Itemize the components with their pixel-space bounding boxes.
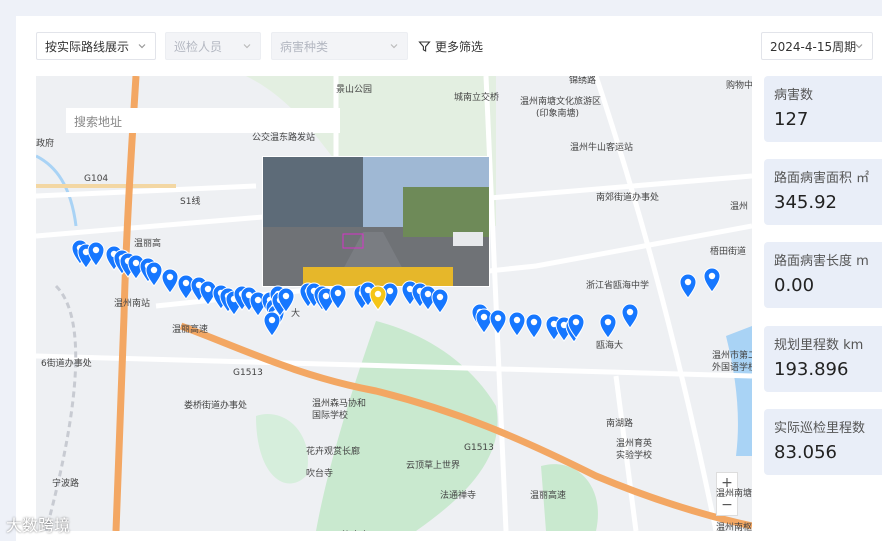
stat-card: 路面病害长度 m 0.00: [764, 242, 882, 308]
stat-value: 83.056: [774, 442, 837, 463]
inspection-map[interactable]: 搜索地址 + − 锦绣路 景山公园 城南立交桥 温州南塘文化旅游区 (印象南塘) 购物中公…: [36, 76, 752, 531]
disease-marker[interactable]: [475, 308, 493, 334]
disease-marker[interactable]: [621, 303, 639, 329]
disease-marker[interactable]: [679, 273, 697, 299]
chevron-down-icon: [390, 44, 398, 49]
disease-marker[interactable]: [508, 311, 526, 337]
disease-marker[interactable]: [161, 268, 179, 294]
disease-marker[interactable]: [599, 313, 617, 339]
route-mode-select[interactable]: 按实际路线展示: [36, 32, 156, 60]
stat-label: 实际巡检里程数: [774, 421, 866, 436]
disease-marker[interactable]: [431, 288, 449, 314]
stat-label: 病害数: [774, 88, 814, 103]
stat-value: 193.896: [774, 359, 849, 380]
stat-value: 345.92: [774, 192, 837, 213]
more-filters-label: 更多筛选: [435, 39, 484, 54]
disease-marker[interactable]: [263, 311, 281, 337]
filter-icon: [418, 40, 431, 52]
more-filters-button[interactable]: 更多筛选: [418, 32, 483, 60]
date-period-select[interactable]: 2024-4-15周期: [761, 32, 873, 60]
inspector-placeholder: 巡检人员: [174, 39, 223, 54]
stat-value: 0.00: [774, 275, 815, 296]
disease-type-select[interactable]: 病害种类: [271, 32, 408, 60]
disease-marker[interactable]: [703, 267, 721, 293]
stat-label: 路面病害面积 ㎡: [774, 171, 870, 186]
chevron-down-icon: [243, 44, 251, 49]
disease-markers: [71, 239, 721, 343]
disease-marker[interactable]: [489, 309, 507, 335]
chevron-down-icon: [855, 44, 863, 49]
stat-label: 规划里程数 km: [774, 338, 864, 353]
selected-disease-marker[interactable]: [369, 285, 387, 311]
stat-value: 127: [774, 109, 809, 130]
stat-label: 路面病害长度 m: [774, 254, 869, 269]
stat-card: 路面病害面积 ㎡ 345.92: [764, 159, 882, 225]
inspector-select[interactable]: 巡检人员: [165, 32, 261, 60]
watermark: 大数跨境: [6, 516, 71, 535]
chevron-down-icon: [138, 44, 146, 49]
date-period-value: 2024-4-15周期: [770, 39, 857, 54]
stat-card: 规划里程数 km 193.896: [764, 326, 882, 392]
stat-card: 实际巡检里程数 83.056: [764, 409, 882, 475]
disease-marker[interactable]: [525, 313, 543, 339]
disease-type-placeholder: 病害种类: [280, 39, 329, 54]
route-mode-value: 按实际路线展示: [45, 39, 130, 54]
disease-marker[interactable]: [329, 284, 347, 310]
stat-card: 病害数 127: [764, 76, 882, 142]
disease-marker[interactable]: [145, 261, 163, 287]
